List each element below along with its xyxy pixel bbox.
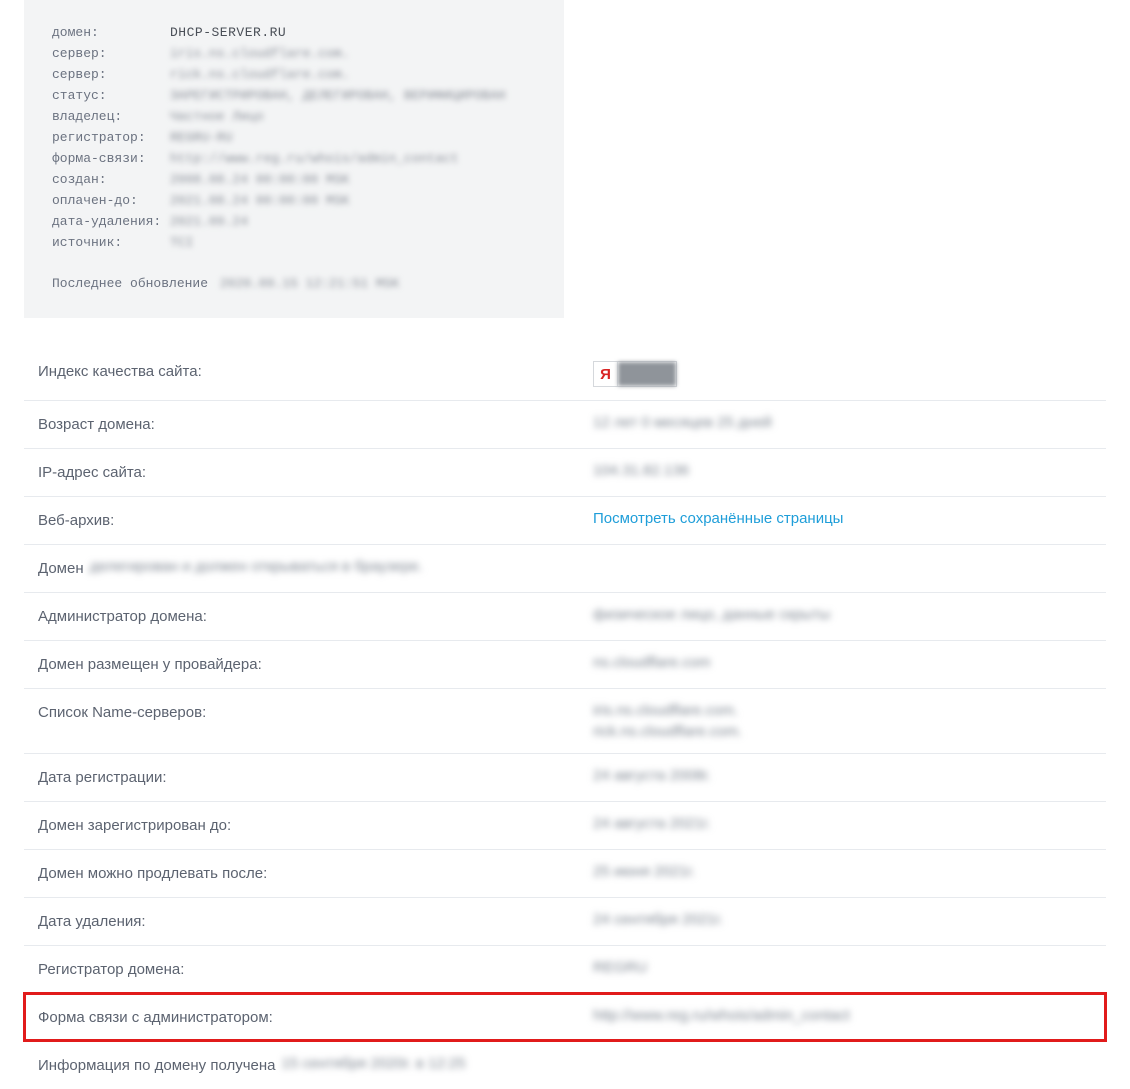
info-row: Домен размещен у провайдера:ns.cloudflar… [24, 640, 1106, 688]
whois-last-update: Последнее обновление 2020.09.15 12:21:51… [52, 273, 536, 294]
whois-key: сервер: [52, 64, 170, 85]
whois-raw-block: домен: DHCP-SERVER.RU сервер:iris.ns.clo… [24, 0, 564, 318]
whois-value: Частное Лицо [170, 106, 264, 127]
info-label: Домен можно продлевать после: [38, 863, 593, 882]
whois-row: форма-связи:http://www.reg.ru/whois/admi… [52, 148, 536, 169]
info-row: Информация по домену получена 15 сентября… [24, 1041, 1106, 1089]
whois-value: REGRU-RU [170, 127, 232, 148]
whois-row: сервер:rick.ns.cloudflare.com. [52, 64, 536, 85]
info-row: Домен зарегистрирован до:24 августа 2021… [24, 801, 1106, 849]
info-row: Список Name-серверов:iris.ns.cloudflare.… [24, 688, 1106, 753]
info-value: 12 лет 0 месяцев 25 дней [593, 414, 1092, 431]
whois-row: источник:TCI [52, 232, 536, 253]
whois-value: 2021.09.24 [170, 211, 248, 232]
info-label: Возраст домена: [38, 414, 593, 433]
info-label: IP-адрес сайта: [38, 462, 593, 481]
whois-footer-value: 2020.09.15 12:21:51 MSK [220, 276, 399, 291]
whois-footer-label: Последнее обновление [52, 276, 208, 291]
info-row: Индекс качества сайта:Я [24, 348, 1106, 400]
info-value: 25 июня 2021г. [593, 863, 1092, 880]
whois-key: оплачен-до: [52, 190, 170, 211]
info-label: Индекс качества сайта: [38, 361, 593, 380]
info-row: Веб-архив:Посмотреть сохранённые страниц… [24, 496, 1106, 544]
info-row: Администратор домена:физическое лицо, да… [24, 592, 1106, 640]
info-label: Дата удаления: [38, 911, 593, 930]
info-row: Возраст домена:12 лет 0 месяцев 25 дней [24, 400, 1106, 448]
info-row: Форма связи с администратором:http://www… [24, 993, 1106, 1041]
info-value: физическое лицо, данные скрыты [593, 606, 1092, 623]
info-value: 24 сентября 2021г. [593, 911, 1092, 928]
whois-row: сервер:iris.ns.cloudflare.com. [52, 43, 536, 64]
whois-key: статус: [52, 85, 170, 106]
info-row: Дата удаления:24 сентября 2021г. [24, 897, 1106, 945]
info-label: Домен зарегистрирован до: [38, 815, 593, 834]
info-label: Регистратор домена: [38, 959, 593, 978]
whois-row: владелец:Частное Лицо [52, 106, 536, 127]
info-label: Домен [38, 558, 84, 577]
whois-row-domain: домен: DHCP-SERVER.RU [52, 22, 536, 43]
whois-value: 2008.08.24 00:00:00 MSK [170, 169, 349, 190]
info-link[interactable]: Посмотреть сохранённые страницы [593, 510, 843, 527]
whois-key: сервер: [52, 43, 170, 64]
info-label: Веб-архив: [38, 510, 593, 529]
whois-row: дата-удаления:2021.09.24 [52, 211, 536, 232]
info-row: Дата регистрации:24 августа 2008г. [24, 753, 1106, 801]
info-value: 24 августа 2008г. [593, 767, 1092, 784]
domain-info-table: Индекс качества сайта:ЯВозраст домена:12… [24, 348, 1106, 1089]
yandex-logo-icon: Я [594, 362, 618, 386]
yandex-sqi-value [618, 362, 676, 386]
whois-row: регистратор:REGRU-RU [52, 127, 536, 148]
info-label: Дата регистрации: [38, 767, 593, 786]
info-value: http://www.reg.ru/whois/admin_contact [593, 1007, 1092, 1024]
whois-value: ЗАРЕГИСТРИРОВАН, ДЕЛЕГИРОВАН, ВЕРИФИЦИРО… [170, 85, 505, 106]
info-value[interactable]: Посмотреть сохранённые страницы [593, 510, 1092, 527]
info-row: Домен делегирован и должен открываться в … [24, 544, 1106, 592]
whois-key: дата-удаления: [52, 211, 170, 232]
info-value: делегирован и должен открываться в брауз… [90, 558, 423, 575]
info-label: Список Name-серверов: [38, 702, 593, 721]
whois-key: домен: [52, 22, 170, 43]
whois-key: источник: [52, 232, 170, 253]
yandex-sqi-badge[interactable]: Я [593, 361, 677, 387]
info-label: Администратор домена: [38, 606, 593, 625]
whois-row: создан:2008.08.24 00:00:00 MSK [52, 169, 536, 190]
info-label: Домен размещен у провайдера: [38, 654, 593, 673]
info-value: iris.ns.cloudflare.com. rick.ns.cloudflar… [593, 702, 1092, 740]
whois-key: форма-связи: [52, 148, 170, 169]
whois-row: статус:ЗАРЕГИСТРИРОВАН, ДЕЛЕГИРОВАН, ВЕР… [52, 85, 536, 106]
whois-key: владелец: [52, 106, 170, 127]
whois-value: TCI [170, 232, 193, 253]
info-value: Я [593, 361, 1092, 387]
whois-value: 2021.08.24 00:00:00 MSK [170, 190, 349, 211]
info-label: Информация по домену получена [38, 1055, 276, 1074]
whois-key: регистратор: [52, 127, 170, 148]
info-value: REGRU [593, 959, 1092, 976]
info-label: Форма связи с администратором: [38, 1007, 593, 1026]
nameserver-line: rick.ns.cloudflare.com. [593, 723, 1092, 740]
whois-value: rick.ns.cloudflare.com. [170, 64, 349, 85]
whois-domain-value: DHCP-SERVER.RU [170, 22, 286, 43]
whois-value: http://www.reg.ru/whois/admin_contact [170, 148, 459, 169]
whois-row: оплачен-до:2021.08.24 00:00:00 MSK [52, 190, 536, 211]
info-row: Домен можно продлевать после:25 июня 202… [24, 849, 1106, 897]
info-value: 24 августа 2021г. [593, 815, 1092, 832]
nameserver-line: iris.ns.cloudflare.com. [593, 702, 1092, 719]
whois-value: iris.ns.cloudflare.com. [170, 43, 349, 64]
info-value[interactable]: 104.31.82.136 [593, 462, 1092, 479]
whois-key: создан: [52, 169, 170, 190]
info-row: Регистратор домена:REGRU [24, 945, 1106, 993]
info-value: 15 сентября 2020г. в 12:25 [282, 1055, 466, 1072]
info-value: ns.cloudflare.com [593, 654, 1092, 671]
info-row: IP-адрес сайта:104.31.82.136 [24, 448, 1106, 496]
